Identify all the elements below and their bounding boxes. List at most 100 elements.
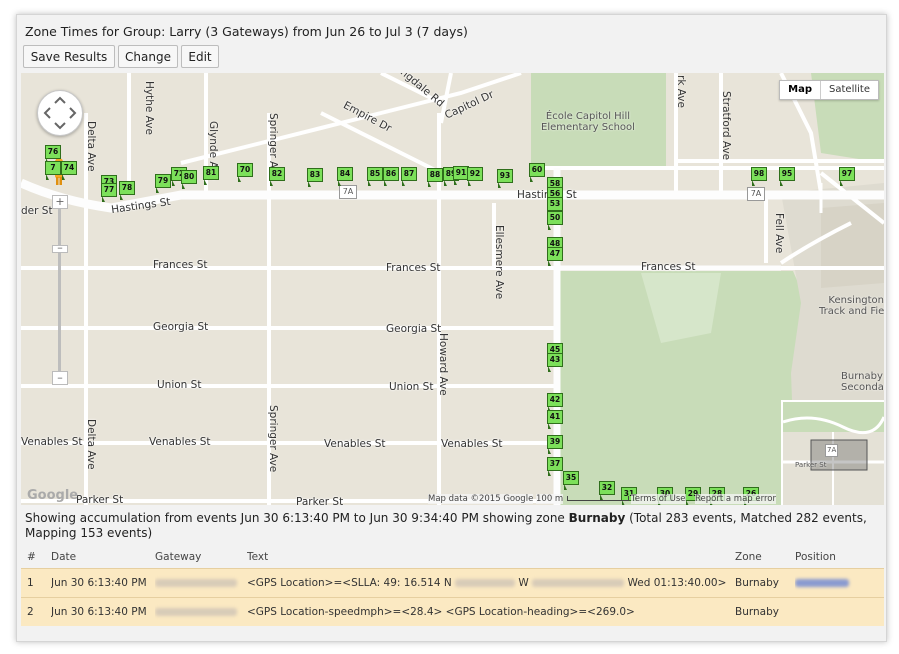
- map-marker-label: 93: [497, 169, 513, 183]
- map-marker-label: 80: [181, 170, 197, 184]
- terms-link[interactable]: Terms of Use: [631, 494, 686, 504]
- row-text: <GPS Location>=<SLLA: 49: 16.514 N W Wed…: [247, 577, 727, 589]
- map-marker[interactable]: 7: [45, 161, 61, 180]
- map-marker-pin-icon: [548, 423, 551, 429]
- map-marker-label: 88: [427, 168, 443, 182]
- map-marker-pin-icon: [548, 366, 551, 372]
- map-marker-label: 98: [751, 167, 767, 181]
- map-type-map-button[interactable]: Map: [780, 81, 822, 99]
- street-label: Fell Ave: [773, 213, 785, 254]
- map-marker-pin-icon: [780, 180, 783, 186]
- map-marker-label: 50: [547, 211, 563, 225]
- map-marker-pin-icon: [428, 181, 431, 187]
- highway-shield-icon: 7A: [825, 444, 839, 457]
- page-title: Zone Times for Group: Larry (3 Gateways)…: [25, 24, 468, 39]
- column-header-zone[interactable]: Zone: [735, 546, 795, 568]
- map-marker[interactable]: 92: [467, 167, 483, 186]
- column-header-text[interactable]: Text: [247, 546, 735, 568]
- highway-shield-icon: 7A: [747, 187, 765, 201]
- map-marker-label: 43: [547, 353, 563, 367]
- map-marker-pin-icon: [120, 194, 123, 200]
- save-results-button[interactable]: Save Results: [23, 45, 115, 68]
- map-marker-pin-icon: [308, 181, 311, 187]
- zoom-in-button[interactable]: +: [52, 195, 68, 209]
- zoom-slider[interactable]: [58, 205, 61, 375]
- map-marker[interactable]: 80: [181, 170, 197, 189]
- map-marker[interactable]: 95: [779, 167, 795, 186]
- map-marker-label: 81: [203, 166, 219, 180]
- map-marker[interactable]: 42: [547, 393, 563, 412]
- pan-control-icon[interactable]: [37, 90, 83, 136]
- burnaby-label: Burnaby Secondar: [841, 371, 884, 393]
- overview-map[interactable]: 7A Parker St: [781, 400, 884, 505]
- zoom-out-button[interactable]: –: [52, 371, 68, 385]
- map-marker[interactable]: 88: [427, 168, 443, 187]
- map-marker-label: 87: [401, 167, 417, 181]
- column-header-gateway[interactable]: Gateway: [155, 546, 247, 568]
- map-marker[interactable]: 41: [547, 410, 563, 429]
- map-marker-label: 42: [547, 393, 563, 407]
- map-marker[interactable]: 35: [563, 471, 579, 490]
- map-marker-pin-icon: [840, 180, 843, 186]
- map-marker-pin-icon: [204, 179, 207, 185]
- map-marker[interactable]: 39: [547, 435, 563, 454]
- change-button[interactable]: Change: [118, 45, 178, 68]
- report-map-error-link[interactable]: Report a map error: [695, 494, 776, 504]
- map-marker-pin-icon: [338, 180, 341, 186]
- map-marker[interactable]: 81: [203, 166, 219, 185]
- map-type-satellite-button[interactable]: Satellite: [821, 81, 878, 99]
- column-header-position[interactable]: Position: [795, 546, 875, 568]
- map-marker-pin-icon: [172, 180, 175, 186]
- map-marker[interactable]: 70: [237, 163, 253, 182]
- map-marker[interactable]: 79: [155, 174, 171, 193]
- map-marker[interactable]: 97: [839, 167, 855, 186]
- street-label: Howard Ave: [437, 333, 449, 396]
- map-marker[interactable]: 84: [337, 167, 353, 186]
- map-marker[interactable]: 37: [547, 457, 563, 476]
- row-position: [795, 598, 875, 626]
- map-marker[interactable]: 83: [307, 168, 323, 187]
- map-marker[interactable]: 87: [401, 167, 417, 186]
- map-marker-label: 82: [269, 167, 285, 181]
- map-marker[interactable]: 47: [547, 247, 563, 266]
- map-marker[interactable]: 74: [61, 161, 77, 180]
- scale-bar: [567, 496, 629, 501]
- map-marker-label: 70: [237, 163, 253, 177]
- map-view[interactable]: Hastings St Hastings St der St Frances S…: [21, 73, 884, 505]
- map-marker-pin-icon: [384, 180, 387, 186]
- map-marker[interactable]: 86: [383, 167, 399, 186]
- row-zone: Burnaby: [735, 606, 779, 618]
- map-marker[interactable]: 85: [367, 167, 383, 186]
- map-type-control[interactable]: Map Satellite: [779, 80, 879, 100]
- map-marker[interactable]: 82: [269, 167, 285, 186]
- table-row[interactable]: 1 Jun 30 6:13:40 PM <GPS Location>=<SLLA…: [21, 568, 884, 597]
- map-marker-pin-icon: [498, 182, 501, 188]
- table-row[interactable]: 2 Jun 30 6:13:40 PM <GPS Location-speedm…: [21, 597, 884, 626]
- map-marker-label: 86: [383, 167, 399, 181]
- map-marker-label: 84: [337, 167, 353, 181]
- accumulation-summary: Showing accumulation from events Jun 30 …: [25, 511, 867, 540]
- map-marker[interactable]: 77: [101, 183, 117, 202]
- row-position-link[interactable]: [795, 569, 875, 597]
- map-marker[interactable]: 78: [119, 181, 135, 200]
- map-marker[interactable]: 60: [529, 163, 545, 182]
- map-marker-label: 74: [61, 161, 77, 175]
- map-marker-pin-icon: [530, 176, 533, 182]
- column-header-num[interactable]: #: [21, 546, 51, 568]
- street-label: Frances St: [641, 261, 696, 273]
- school-label: École Capitol Hill Elementary School: [541, 111, 635, 133]
- column-header-date[interactable]: Date: [51, 546, 155, 568]
- map-marker-label: 83: [307, 168, 323, 182]
- map-marker[interactable]: 50: [547, 211, 563, 230]
- zoom-slider-handle[interactable]: –: [52, 242, 68, 253]
- map-marker[interactable]: 43: [547, 353, 563, 372]
- street-label: Venables St: [324, 438, 386, 450]
- row-date: Jun 30 6:13:40 PM: [51, 606, 147, 618]
- map-marker[interactable]: 98: [751, 167, 767, 186]
- map-marker-pin-icon: [402, 180, 405, 186]
- map-marker-label: 39: [547, 435, 563, 449]
- map-marker[interactable]: 93: [497, 169, 513, 188]
- street-label: Venables St: [441, 438, 503, 450]
- edit-button[interactable]: Edit: [181, 45, 219, 68]
- street-label: Parker St: [795, 461, 827, 469]
